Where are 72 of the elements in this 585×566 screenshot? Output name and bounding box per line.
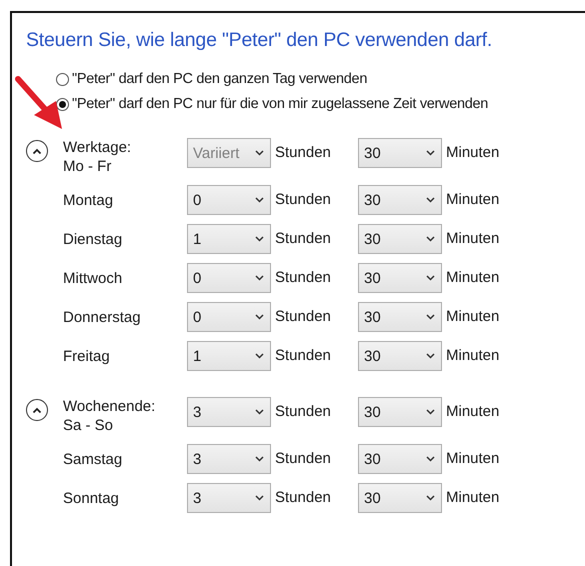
group-label: Wochenende: xyxy=(63,397,156,416)
unit-label: Stunden xyxy=(274,488,332,508)
unit-label: Stunden xyxy=(274,449,332,469)
dropdown[interactable]: 30 xyxy=(358,483,442,513)
chevron-down-icon xyxy=(255,314,264,320)
radio-button[interactable] xyxy=(56,72,69,86)
unit-label: Minuten xyxy=(445,449,500,469)
day-label: Mittwoch xyxy=(63,270,124,286)
day-label: Donnerstag xyxy=(63,308,142,326)
unit-label: Stunden xyxy=(274,346,332,366)
chevron-down-icon xyxy=(426,275,435,281)
unit-label: Minuten xyxy=(445,268,500,288)
unit-label: Minuten xyxy=(445,488,500,508)
dropdown[interactable]: 30 xyxy=(358,444,442,474)
chevron-down-icon xyxy=(426,353,435,359)
dropdown[interactable]: 0 xyxy=(187,263,271,293)
day-label: Montag xyxy=(63,192,114,208)
radio-label[interactable]: "Peter" darf den PC den ganzen Tag verwenden xyxy=(72,71,368,87)
dropdown[interactable]: 0 xyxy=(187,302,271,332)
chevron-down-icon xyxy=(255,197,264,203)
heading: Steuern Sie, wie lange "Peter" den PC verwenden darf. xyxy=(26,29,494,52)
collapse-icon[interactable] xyxy=(26,399,48,421)
dropdown[interactable]: 3 xyxy=(187,483,271,513)
unit-label: Stunden xyxy=(274,229,332,249)
dropdown[interactable]: 30 xyxy=(358,263,442,293)
chevron-down-icon xyxy=(426,409,435,415)
group-range: Sa - So xyxy=(63,416,114,435)
unit-label: Minuten xyxy=(445,346,500,366)
dropdown[interactable]: 3 xyxy=(187,397,271,427)
radio-label[interactable]: "Peter" darf den PC nur für die von mir zugelassene Zeit verwenden xyxy=(72,96,488,112)
unit-label: Stunden xyxy=(274,402,332,422)
chevron-down-icon xyxy=(255,236,264,242)
dropdown[interactable]: 30 xyxy=(358,138,442,168)
unit-label: Minuten xyxy=(445,307,500,327)
unit-label: Stunden xyxy=(274,190,332,210)
group-range: Mo - Fr xyxy=(63,157,112,176)
radio-button[interactable] xyxy=(56,98,69,110)
dropdown[interactable]: 30 xyxy=(358,397,442,427)
chevron-down-icon xyxy=(255,275,264,281)
dropdown[interactable]: 3 xyxy=(187,444,271,474)
group-label: Werktage: xyxy=(63,138,132,157)
dropdown[interactable]: 30 xyxy=(358,185,442,215)
dropdown[interactable]: 30 xyxy=(358,224,442,254)
chevron-down-icon xyxy=(426,314,435,320)
chevron-down-icon xyxy=(255,409,264,415)
unit-label: Minuten xyxy=(445,229,500,249)
chevron-down-icon xyxy=(255,353,264,359)
dropdown[interactable]: 0 xyxy=(187,185,271,215)
unit-label: Minuten xyxy=(445,190,500,210)
day-label: Samstag xyxy=(63,450,124,468)
dropdown[interactable]: 1 xyxy=(187,224,271,254)
unit-label: Stunden xyxy=(274,307,332,327)
chevron-down-icon xyxy=(255,150,264,156)
chevron-down-icon xyxy=(426,236,435,242)
chevron-down-icon xyxy=(426,150,435,156)
chevron-down-icon xyxy=(426,197,435,203)
arrow-annotation xyxy=(15,76,62,129)
day-label: Freitag xyxy=(63,348,111,364)
collapse-icon[interactable] xyxy=(26,140,48,162)
unit-label: Stunden xyxy=(274,268,332,288)
dropdown[interactable]: 30 xyxy=(358,341,442,371)
dropdown[interactable]: 1 xyxy=(187,341,271,371)
chevron-down-icon xyxy=(426,495,435,501)
unit-label: Minuten xyxy=(445,402,500,422)
day-label: Sonntag xyxy=(63,490,120,506)
chevron-down-icon xyxy=(255,456,264,462)
chevron-down-icon xyxy=(255,495,264,501)
unit-label: Stunden xyxy=(274,143,332,163)
unit-label: Minuten xyxy=(445,143,500,163)
chevron-down-icon xyxy=(426,456,435,462)
dropdown[interactable]: 30 xyxy=(358,302,442,332)
day-label: Dienstag xyxy=(63,230,124,248)
